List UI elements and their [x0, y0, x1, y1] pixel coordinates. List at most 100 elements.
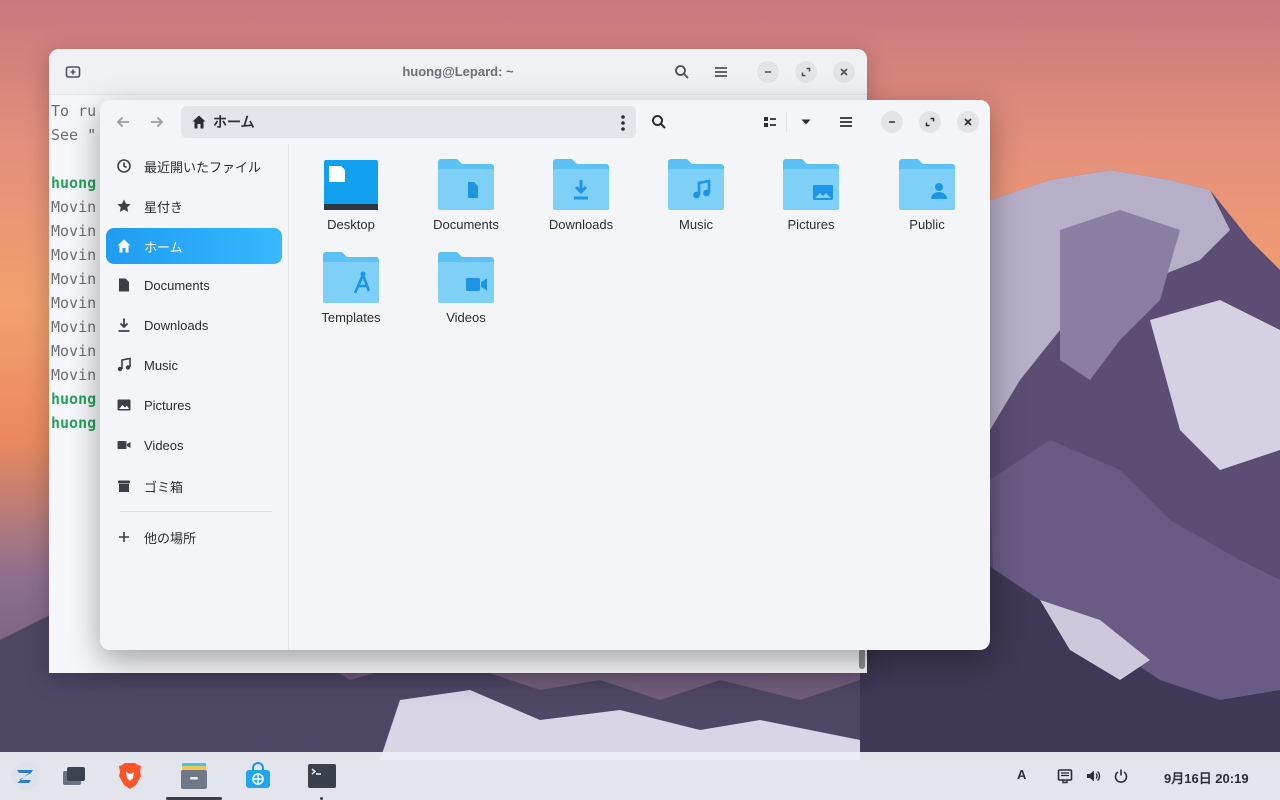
sidebar-item-label: 他の場所: [144, 530, 197, 546]
location-menu-button[interactable]: [620, 114, 626, 137]
clock[interactable]: 9月16日 20:19: [1164, 768, 1249, 787]
documents-folder-icon: [438, 159, 494, 210]
plus-icon: [114, 527, 134, 547]
sidebar-item-recent[interactable]: 最近開いたファイル: [106, 148, 282, 184]
star-icon: [114, 196, 134, 216]
files-search-button[interactable]: [646, 110, 672, 134]
files-close-button[interactable]: [955, 110, 981, 134]
sidebar-item-label: 星付き: [144, 199, 184, 215]
power-menu-button[interactable]: [1111, 766, 1131, 786]
terminal-menu-button[interactable]: [709, 60, 733, 84]
folder-documents[interactable]: Documents: [411, 144, 521, 232]
arrow-right-icon: [151, 116, 164, 128]
home-icon: [114, 236, 134, 256]
folder-templates[interactable]: Templates: [296, 237, 406, 325]
vertical-dots-icon: [621, 115, 625, 131]
taskbar-software-button[interactable]: [242, 760, 274, 792]
sidebar-item-label: 最近開いたファイル: [144, 159, 262, 175]
folder-label: Downloads: [548, 217, 614, 232]
sidebar-item-home[interactable]: ホーム: [106, 228, 282, 264]
download-icon: [114, 315, 134, 335]
folder-view[interactable]: Desktop Documents Downloads Music Pictur…: [290, 144, 990, 650]
files-menu-button[interactable]: [833, 110, 859, 134]
taskbar-brave-button[interactable]: [114, 760, 146, 792]
folder-label: Templates: [321, 310, 381, 325]
terminal-minimize-button[interactable]: [756, 60, 780, 84]
power-icon: [1114, 769, 1128, 783]
zorin-menu-button[interactable]: [9, 760, 41, 792]
hamburger-menu-icon: [715, 67, 727, 77]
folder-pictures[interactable]: Pictures: [756, 144, 866, 232]
folder-videos[interactable]: Videos: [411, 237, 521, 325]
folder-label: Pictures: [787, 217, 835, 232]
terminal-scrollbar-thumb[interactable]: [859, 649, 865, 669]
keyboard-layout-indicator[interactable]: A: [1017, 767, 1026, 782]
sidebar-item-label: Music: [144, 357, 178, 373]
terminal-header[interactable]: huong@Lepard: ~: [49, 49, 867, 95]
files-window[interactable]: ホーム 最近開いたファイル 星付き ホーム Documents Download…: [100, 100, 990, 650]
forward-button[interactable]: [144, 110, 170, 134]
files-minimize-button[interactable]: [879, 110, 905, 134]
sidebar-item-starred[interactable]: 星付き: [106, 188, 282, 224]
maximize-icon: [801, 67, 811, 77]
sidebar-separator: [120, 511, 272, 512]
hamburger-menu-icon: [840, 117, 852, 127]
terminal-maximize-button[interactable]: [794, 60, 818, 84]
files-maximize-button[interactable]: [917, 110, 943, 134]
back-button[interactable]: [110, 110, 136, 134]
videos-folder-icon: [438, 252, 494, 303]
minimize-icon: [765, 71, 771, 73]
folder-label: Music: [679, 217, 713, 232]
search-icon: [652, 115, 666, 129]
folder-label: Documents: [433, 217, 499, 232]
terminal-title: huong@Lepard: ~: [402, 64, 514, 79]
sidebar-item-pictures[interactable]: Pictures: [106, 387, 282, 423]
sidebar-item-label: Downloads: [144, 317, 209, 333]
network-status-button[interactable]: [1055, 766, 1075, 786]
brave-browser-icon: [119, 763, 141, 789]
sidebar-item-trash[interactable]: ゴミ箱: [106, 468, 282, 504]
sidebar-item-label: Videos: [144, 437, 184, 453]
taskbar: A 9月16日 20:19: [0, 752, 1280, 800]
pictures-folder-icon: [783, 159, 839, 210]
arrow-left-icon: [116, 116, 129, 128]
maximize-icon: [925, 117, 935, 127]
folder-desktop[interactable]: Desktop: [296, 144, 406, 232]
music-folder-icon: [668, 159, 724, 210]
sidebar-item-videos[interactable]: Videos: [106, 427, 282, 463]
location-label: ホーム: [213, 114, 255, 130]
sidebar-item-documents[interactable]: Documents: [106, 267, 282, 303]
terminal-search-button[interactable]: [670, 60, 694, 84]
sidebar-item-label: ホーム: [144, 239, 183, 255]
folder-public[interactable]: Public: [872, 144, 982, 232]
downloads-folder-icon: [553, 159, 609, 210]
folder-downloads[interactable]: Downloads: [526, 144, 636, 232]
sidebar-item-label: ゴミ箱: [144, 479, 184, 495]
network-wired-icon: [1057, 769, 1073, 784]
view-toggle-button[interactable]: [757, 110, 783, 134]
templates-folder-icon: [323, 252, 379, 303]
minimize-icon: [889, 121, 895, 123]
folder-label: Videos: [446, 310, 486, 325]
sidebar-item-other-locations[interactable]: 他の場所: [106, 519, 282, 555]
trash-icon: [114, 476, 134, 496]
volume-button[interactable]: [1083, 766, 1103, 786]
files-header[interactable]: ホーム: [100, 100, 990, 144]
picture-icon: [114, 395, 134, 415]
music-icon: [114, 355, 134, 375]
taskbar-terminal-button[interactable]: [306, 760, 338, 792]
location-bar[interactable]: ホーム: [181, 106, 636, 138]
taskbar-files-button[interactable]: [178, 760, 210, 792]
terminal-app-icon: [308, 764, 336, 788]
sidebar-item-label: Pictures: [144, 397, 191, 413]
recent-icon: [114, 156, 134, 176]
sidebar-item-music[interactable]: Music: [106, 347, 282, 383]
folder-music[interactable]: Music: [641, 144, 751, 232]
terminal-close-button[interactable]: [832, 60, 856, 84]
taskbar-workspaces-button[interactable]: [58, 760, 90, 792]
header-separator: [786, 112, 787, 132]
folder-label: Public: [909, 217, 945, 232]
close-icon: [964, 118, 972, 126]
view-options-button[interactable]: [793, 110, 819, 134]
sidebar-item-downloads[interactable]: Downloads: [106, 307, 282, 343]
